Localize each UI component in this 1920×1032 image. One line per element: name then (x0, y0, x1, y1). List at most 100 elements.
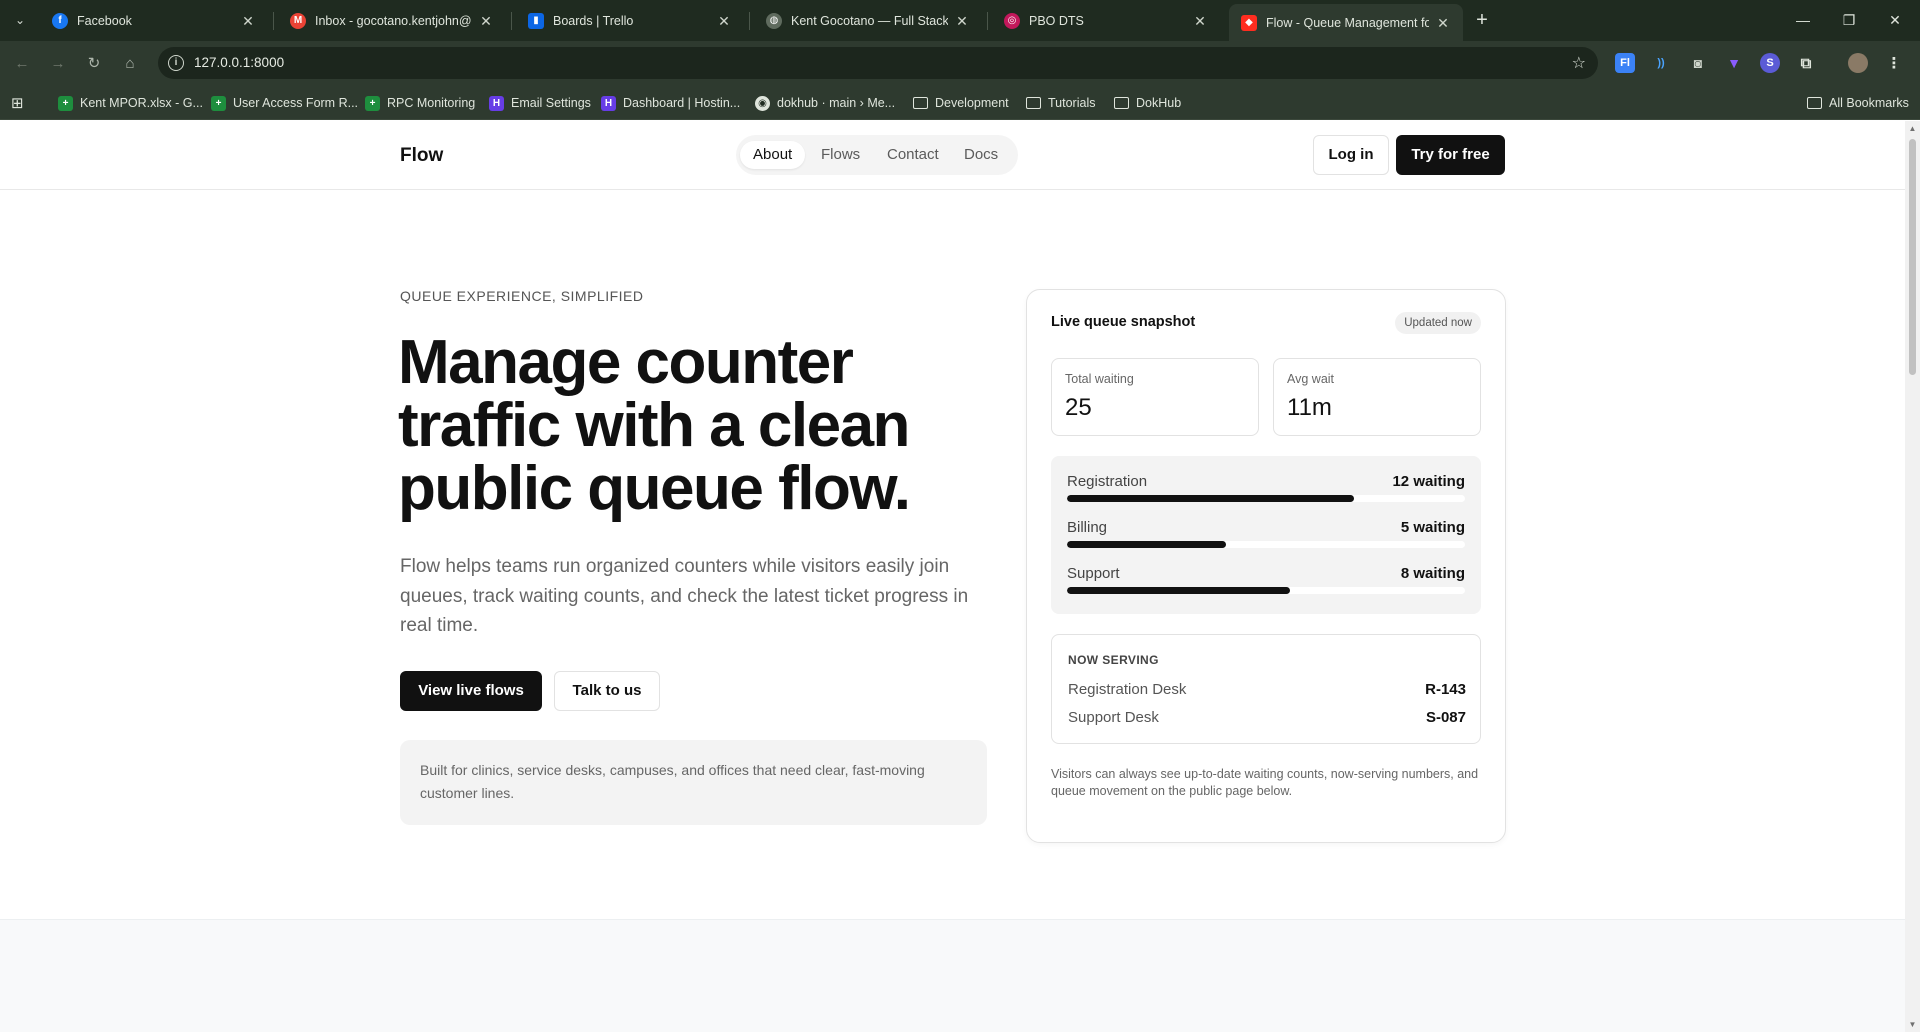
queue-list: Registration 12 waiting Billing 5 waitin… (1051, 456, 1481, 614)
queue-name: Support (1067, 565, 1120, 582)
bookmark-item[interactable]: + User Access Form R... (211, 92, 358, 114)
tab-portfolio[interactable]: ◍ Kent Gocotano — Full Stack Developer ✕ (754, 5, 982, 36)
queue-count: 12 waiting (1392, 473, 1465, 490)
browser-toolbar: ← → ↻ ⌂ i 127.0.0.1:8000 ☆ Fl )) ◙ ▼ S ⧉… (0, 41, 1920, 85)
new-tab-icon[interactable]: + (1470, 8, 1494, 32)
nav-contact[interactable]: Contact (874, 141, 952, 169)
extension-wave-icon[interactable]: )) (1651, 53, 1671, 73)
stat-label: Total waiting (1065, 372, 1134, 386)
nav-about[interactable]: About (740, 141, 806, 169)
queue-count: 8 waiting (1400, 565, 1465, 582)
apps-grid-icon[interactable]: ⊞ (11, 92, 24, 114)
talk-to-us-button[interactable]: Talk to us (554, 671, 660, 711)
queue-row-billing: Billing 5 waiting (1067, 519, 1465, 559)
extensions-puzzle-icon[interactable]: ⧉ (1796, 53, 1816, 73)
hero-eyebrow: QUEUE EXPERIENCE, SIMPLIFIED (400, 288, 644, 304)
tab-title: Kent Gocotano — Full Stack Developer (791, 13, 948, 28)
page-scrollbar[interactable]: ▲ ▼ (1905, 121, 1920, 1032)
bookmark-label: All Bookmarks (1829, 96, 1909, 110)
folder-icon (1114, 97, 1129, 109)
desk-name: Support Desk (1068, 709, 1159, 726)
queue-count: 5 waiting (1400, 519, 1465, 536)
close-tab-icon[interactable]: ✕ (954, 13, 970, 29)
brand-logo[interactable]: Flow (400, 145, 443, 167)
stat-value: 25 (1065, 394, 1092, 421)
bookmark-folder[interactable]: Development (913, 92, 1009, 114)
bookmark-star-icon[interactable]: ☆ (1572, 53, 1586, 73)
all-bookmarks[interactable]: All Bookmarks (1807, 92, 1909, 114)
queue-progress-track (1067, 495, 1465, 502)
bookmark-item[interactable]: ◉ dokhub · main › Me... (755, 92, 895, 114)
bookmark-label: Tutorials (1048, 96, 1096, 110)
reload-icon[interactable]: ↻ (80, 49, 108, 77)
serving-row: Registration Desk R-143 (1068, 681, 1466, 701)
queue-progress-fill (1067, 587, 1290, 594)
tab-pbo-dts[interactable]: ◎ PBO DTS ✕ (992, 5, 1220, 36)
extension-camera-icon[interactable]: ◙ (1688, 53, 1708, 73)
nav-docs[interactable]: Docs (951, 141, 1011, 169)
serving-row: Support Desk S-087 (1068, 709, 1466, 729)
close-tab-icon[interactable]: ✕ (1435, 15, 1451, 31)
tab-facebook[interactable]: f Facebook ✕ (40, 5, 268, 36)
forward-icon[interactable]: → (44, 49, 72, 77)
tab-title: Boards | Trello (553, 13, 634, 28)
stat-label: Avg wait (1287, 372, 1335, 386)
sheets-icon: + (365, 95, 380, 111)
hostinger-icon: H (601, 95, 616, 111)
menu-kebab-icon[interactable]: ⋮ (1884, 53, 1904, 73)
close-window-icon[interactable]: ✕ (1872, 0, 1918, 40)
gmail-icon: M (290, 12, 306, 29)
site-info-icon[interactable]: i (168, 55, 184, 71)
url-text[interactable]: 127.0.0.1:8000 (194, 55, 284, 70)
bookmark-label: Email Settings (511, 96, 591, 110)
close-tab-icon[interactable]: ✕ (1192, 13, 1208, 29)
tab-title: Flow - Queue Management for (1266, 15, 1429, 30)
back-icon[interactable]: ← (8, 49, 36, 77)
tab-search-icon[interactable]: ⌄ (8, 8, 32, 32)
tab-title: PBO DTS (1029, 13, 1084, 28)
bookmark-folder[interactable]: DokHub (1114, 92, 1181, 114)
bookmark-label: Dashboard | Hostin... (623, 96, 741, 110)
extension-fl-icon[interactable]: Fl (1615, 53, 1635, 73)
folder-icon (913, 97, 928, 109)
live-queue-snapshot-card: Live queue snapshot Updated now Total wa… (1026, 289, 1506, 843)
bookmark-label: Development (935, 96, 1009, 110)
bookmark-item[interactable]: H Dashboard | Hostin... (601, 92, 740, 114)
extension-shield-icon[interactable]: ▼ (1724, 53, 1744, 73)
nav-flows[interactable]: Flows (808, 141, 873, 169)
minimize-icon[interactable]: — (1780, 0, 1826, 40)
hero-note: Built for clinics, service desks, campus… (400, 740, 987, 825)
restore-icon[interactable]: ❐ (1826, 0, 1872, 40)
scroll-down-icon[interactable]: ▼ (1908, 1020, 1917, 1029)
profile-avatar[interactable] (1848, 53, 1868, 73)
bookmarks-bar: ⊞ + Kent MPOR.xlsx - G... + User Access … (0, 85, 1920, 120)
next-section (0, 919, 1905, 1032)
close-tab-icon[interactable]: ✕ (478, 13, 494, 29)
bookmark-folder[interactable]: Tutorials (1026, 92, 1095, 114)
hostinger-icon: H (489, 95, 504, 111)
now-serving-title: NOW SERVING (1068, 653, 1159, 667)
bookmark-item[interactable]: H Email Settings (489, 92, 591, 114)
bookmark-item[interactable]: + RPC Monitoring (365, 92, 475, 114)
snapshot-title: Live queue snapshot (1051, 314, 1196, 330)
view-live-flows-button[interactable]: View live flows (400, 671, 542, 711)
try-for-free-button[interactable]: Try for free (1396, 135, 1505, 175)
login-button[interactable]: Log in (1313, 135, 1389, 175)
scrollbar-thumb[interactable] (1909, 139, 1916, 375)
tab-trello[interactable]: ▮ Boards | Trello ✕ (516, 5, 744, 36)
bookmark-item[interactable]: + Kent MPOR.xlsx - G... (58, 92, 203, 114)
laravel-icon: ◆ (1241, 14, 1257, 31)
scroll-up-icon[interactable]: ▲ (1908, 124, 1917, 133)
home-icon[interactable]: ⌂ (116, 49, 144, 77)
address-bar[interactable]: i 127.0.0.1:8000 ☆ (158, 47, 1598, 79)
sheets-icon: + (58, 95, 73, 111)
tab-strip: ⌄ f Facebook ✕ M Inbox - gocotano.kentjo… (0, 0, 1920, 41)
tab-gmail[interactable]: M Inbox - gocotano.kentjohn@gmail.com ✕ (278, 5, 506, 36)
close-tab-icon[interactable]: ✕ (240, 13, 256, 29)
tab-flow-active[interactable]: ◆ Flow - Queue Management for ✕ (1229, 4, 1463, 41)
now-serving-panel: NOW SERVING Registration Desk R-143 Supp… (1051, 634, 1481, 744)
folder-icon (1807, 97, 1822, 109)
extension-s-icon[interactable]: S (1760, 53, 1780, 73)
queue-progress-track (1067, 541, 1465, 548)
close-tab-icon[interactable]: ✕ (716, 13, 732, 29)
